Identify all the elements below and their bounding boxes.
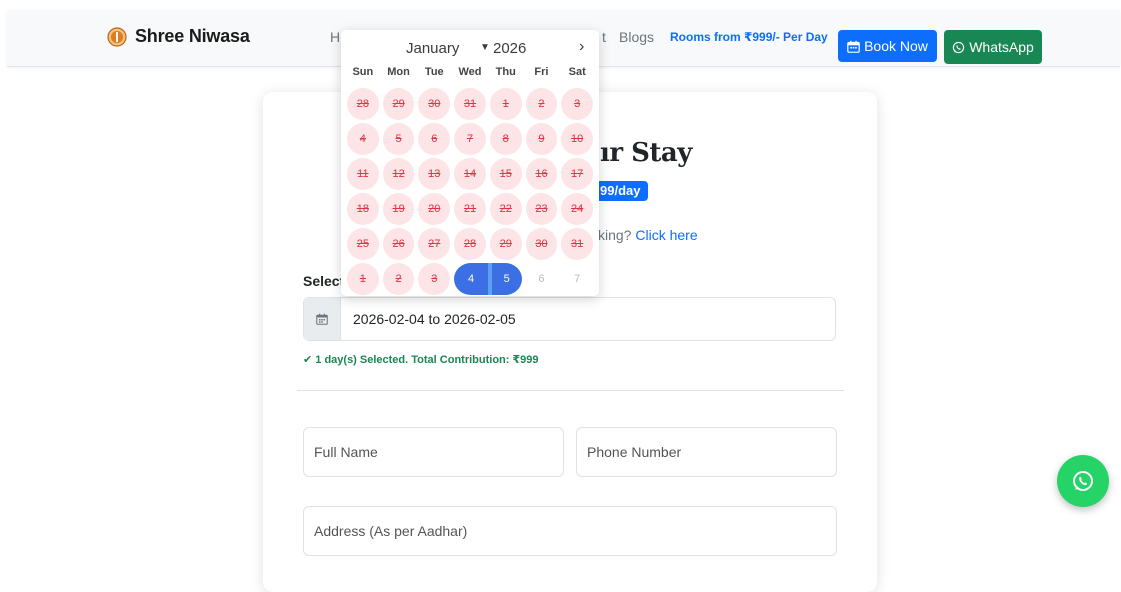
calendar-day: 5 xyxy=(382,122,415,155)
weekday-label: Mon xyxy=(387,66,410,78)
brand[interactable]: Shree Niwasa xyxy=(107,26,250,47)
calendar-day: 25 xyxy=(347,227,379,260)
month-select[interactable]: January xyxy=(406,40,459,57)
existing-booking-link[interactable]: Click here xyxy=(635,227,697,243)
datepicker-popup: January ▼ 2026 › Sun Mon Tue Wed Thu Fri Sat 2… xyxy=(341,30,599,296)
nav-link-fragment[interactable]: t xyxy=(602,29,606,45)
calendar-day: 30 xyxy=(525,227,558,260)
calendar-day: 4 xyxy=(347,122,379,155)
weekday-label: Sun xyxy=(352,66,374,78)
calendar-day: 8 xyxy=(489,122,522,155)
calendar-day: 11 xyxy=(347,157,379,190)
calendar-day: 17 xyxy=(561,157,594,190)
calendar-day: 16 xyxy=(525,157,558,190)
calendar-day: 13 xyxy=(418,157,451,190)
nav-rooms-link[interactable]: Rooms from ₹999/- Per Day xyxy=(670,30,828,44)
weekday-label: Wed xyxy=(458,66,482,78)
book-now-label: Book Now xyxy=(864,38,928,54)
calendar-day: 29 xyxy=(489,227,522,260)
select-dates-label: Select xyxy=(303,273,345,289)
date-addon xyxy=(304,298,341,340)
om-logo-icon xyxy=(107,26,127,47)
existing-booking-label: king? xyxy=(598,227,632,243)
calendar-day: 2 xyxy=(525,87,558,120)
calendar-day: 19 xyxy=(382,192,415,225)
calendar-day: 20 xyxy=(418,192,451,225)
whatsapp-button[interactable]: WhatsApp xyxy=(944,30,1042,64)
calendar-week: 11 12 13 14 15 16 17 xyxy=(345,156,595,191)
calendar-day: 9 xyxy=(525,122,558,155)
calendar-day: 22 xyxy=(489,192,522,225)
calendar-day: 14 xyxy=(454,157,486,190)
calendar-week: 18 19 20 21 22 23 24 xyxy=(345,191,595,226)
calendar-day: 21 xyxy=(454,192,486,225)
day-grid: 28 29 30 31 1 2 3 4 5 6 7 8 9 10 11 12 13 14 15 16 17 18 19 20 2… xyxy=(345,86,595,296)
book-now-button[interactable]: Book Now xyxy=(838,30,937,62)
calendar-day: 28 xyxy=(454,227,486,260)
calendar-day[interactable]: 6 xyxy=(526,263,558,295)
price-badge: 99/day xyxy=(596,181,649,201)
selection-status: ✔ 1 day(s) Selected. Total Contribution:… xyxy=(303,354,539,366)
chevron-down-icon: ▼ xyxy=(480,42,490,53)
weekday-label: Tue xyxy=(424,66,444,78)
calendar-week: 4 5 6 7 8 9 10 xyxy=(345,121,595,156)
calendar-day: 31 xyxy=(561,227,594,260)
whatsapp-float-button[interactable] xyxy=(1057,455,1109,507)
divider xyxy=(297,390,844,391)
calendar-day: 1 xyxy=(347,262,379,295)
year-input[interactable]: 2026 xyxy=(493,40,526,57)
calendar-day: 29 xyxy=(382,87,415,120)
phone-number-input[interactable]: Phone Number xyxy=(576,427,837,477)
nav-home-link[interactable]: H xyxy=(330,29,340,45)
calendar-day: 6 xyxy=(418,122,451,155)
calendar-day: 3 xyxy=(418,262,451,295)
calendar-day: 12 xyxy=(382,157,415,190)
calendar-week: 1234567 xyxy=(345,261,595,296)
weekday-label: Thu xyxy=(495,66,516,78)
weekday-header: Sun Mon Tue Wed Thu Fri Sat xyxy=(345,66,595,78)
date-range-input[interactable]: 2026-02-04 to 2026-02-05 xyxy=(303,297,836,341)
full-name-input[interactable]: Full Name xyxy=(303,427,564,477)
calendar-day: 1 xyxy=(489,87,522,120)
calendar-day: 7 xyxy=(454,122,486,155)
nav-blogs-link[interactable]: Blogs xyxy=(619,29,654,45)
whatsapp-icon xyxy=(1073,471,1093,491)
calendar-day: 24 xyxy=(561,192,594,225)
weekday-label: Fri xyxy=(534,66,549,78)
chevron-right-icon[interactable]: › xyxy=(579,38,584,56)
calendar-day: 30 xyxy=(418,87,451,120)
date-range-value[interactable]: 2026-02-04 to 2026-02-05 xyxy=(341,298,516,340)
page-title: ır Stay xyxy=(600,138,692,168)
calendar-day[interactable]: 7 xyxy=(561,263,593,295)
calendar-day: 31 xyxy=(454,87,486,120)
whatsapp-icon xyxy=(953,41,965,53)
calendar-day: 15 xyxy=(489,157,522,190)
calendar-icon xyxy=(316,313,328,325)
calendar-day: 23 xyxy=(525,192,558,225)
calendar-day: 3 xyxy=(561,87,594,120)
calendar-day[interactable]: 4 xyxy=(454,262,488,295)
calendar-day: 18 xyxy=(347,192,379,225)
calendar-day: 28 xyxy=(347,87,379,120)
calendar-week: 28 29 30 31 1 2 3 xyxy=(345,86,595,121)
brand-name: Shree Niwasa xyxy=(135,26,250,46)
calendar-day: 26 xyxy=(382,227,415,260)
whatsapp-label: WhatsApp xyxy=(969,39,1034,55)
calendar-day: 27 xyxy=(418,227,451,260)
existing-booking-text: king? Click here xyxy=(598,227,698,243)
calendar-icon xyxy=(847,40,860,53)
calendar-day[interactable]: 5 xyxy=(487,262,522,295)
calendar-week: 25 26 27 28 29 30 31 xyxy=(345,226,595,261)
weekday-label: Sat xyxy=(568,66,586,78)
calendar-day: 10 xyxy=(561,122,594,155)
calendar-day: 2 xyxy=(382,262,415,295)
address-input[interactable]: Address (As per Aadhar) xyxy=(303,506,837,556)
